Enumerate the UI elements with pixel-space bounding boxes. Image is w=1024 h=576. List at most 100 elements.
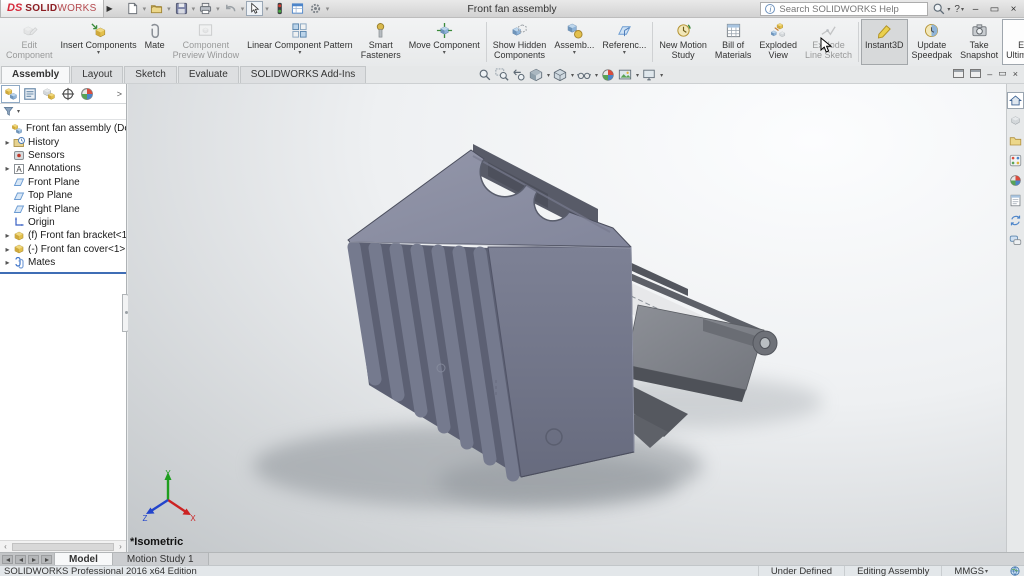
tree-item-history[interactable]: ▸History [0,135,126,148]
scroll-right-icon[interactable]: › [115,542,126,551]
options-button[interactable] [307,1,324,16]
close-button[interactable]: × [1006,4,1021,15]
save-button[interactable] [173,1,190,16]
expander-icon[interactable]: ▸ [3,258,12,267]
ribbon-button-reference-geometry[interactable]: Referenc...▾ [598,19,650,65]
globe-status-icon[interactable] [1010,566,1020,576]
scroll-left-icon[interactable]: ‹ [0,542,11,551]
dropdown-caret-icon[interactable]: ▾ [265,5,269,13]
ribbon-button-edit-component[interactable]: EditComponent [2,19,57,65]
expander-icon[interactable]: ▸ [3,231,12,240]
resources-home-icon[interactable] [1007,92,1024,109]
edit-appearance-icon[interactable] [601,68,615,82]
units-selector[interactable]: MMGS▾ [941,566,1000,576]
ribbon-button-smart-fasteners[interactable]: SmartFasteners [357,19,405,65]
tree-item-front-fan-cover[interactable]: ▸(-) Front fan cover<1> (Defa [0,243,126,256]
tree-item-annotations[interactable]: ▸Annotations [0,162,126,175]
view-palette-icon[interactable] [1007,152,1024,169]
dropdown-caret-icon[interactable]: ▾ [167,5,171,13]
ribbon-button-bill-of-materials[interactable]: Bill ofMaterials [711,19,756,65]
print-button[interactable] [197,1,214,16]
restore-button[interactable]: ▭ [987,4,1002,15]
tab-evaluate[interactable]: Evaluate [178,66,239,83]
ribbon-button-move-component[interactable]: Move Component▾ [405,19,484,65]
pane-left-icon[interactable] [953,69,964,78]
tree-item-assembly-root[interactable]: ▸Front fan assembly (Default<Di [0,122,126,135]
tab-assembly[interactable]: Assembly [1,66,70,83]
tree-item-top-plane[interactable]: ▸Top Plane [0,189,126,202]
tree-item-sensors[interactable]: ▸Sensors [0,149,126,162]
ribbon-button-insert-components[interactable]: Insert Components▾ [57,19,141,65]
help-button[interactable]: ?▾ [954,4,964,15]
ribbon-button-new-motion-study[interactable]: New MotionStudy [655,19,711,65]
zoom-to-fit-icon[interactable] [478,68,492,82]
dropdown-caret-icon[interactable]: ▾ [660,72,663,79]
tree-item-right-plane[interactable]: ▸Right Plane [0,202,126,215]
dropdown-caret-icon[interactable]: ▾ [571,72,574,79]
dropdown-caret-icon[interactable]: ▾ [547,72,550,79]
pane-right-icon[interactable] [970,69,981,78]
next-tab-button[interactable] [28,555,39,564]
file-explorer-icon[interactable] [1007,132,1024,149]
select-tool-button[interactable] [246,1,263,16]
section-view-icon[interactable] [529,68,543,82]
dropdown-caret-icon[interactable]: ▾ [216,5,220,13]
tab-sketch[interactable]: Sketch [124,66,177,83]
expander-icon[interactable]: ▸ [3,164,12,173]
search-button[interactable]: ▾ [932,2,950,16]
feature-tree-tab[interactable] [1,85,20,103]
last-tab-button[interactable] [41,555,52,564]
tree-item-origin[interactable]: ▸Origin [0,216,126,229]
ribbon-button-linear-component-pattern[interactable]: Linear Component Pattern▾ [243,19,357,65]
tab-solidworks-add-ins[interactable]: SOLIDWORKS Add-Ins [240,66,366,83]
minimize-button[interactable]: – [968,4,983,15]
previous-view-icon[interactable] [512,68,526,82]
new-document-button[interactable] [124,1,141,16]
view-orientation-icon[interactable] [553,68,567,82]
apply-scene-icon[interactable] [618,68,632,82]
design-library-icon[interactable] [1007,112,1024,129]
scrollbar-thumb[interactable] [12,543,114,551]
dropdown-caret-icon[interactable]: ▾ [241,5,245,13]
ribbon-button-exploded-view[interactable]: ExplodedView [755,19,801,65]
ribbon-button-export-to-ultimaker-cura[interactable]: Export toUltimaker Cura [1002,19,1024,65]
app-logo[interactable]: DS SOLID WORKS [0,0,104,18]
doc-minimize-button[interactable]: – [987,69,992,79]
dropdown-caret-icon[interactable]: ▾ [143,5,147,13]
file-properties-button[interactable] [289,1,306,16]
ribbon-button-assembly-features[interactable]: Assemb...▾ [550,19,598,65]
view-settings-icon[interactable] [642,68,656,82]
tab-motion-study-1[interactable]: Motion Study 1 [113,553,209,565]
ribbon-button-update-speedpak[interactable]: UpdateSpeedpak [908,19,957,65]
forum-sync-icon[interactable] [1007,212,1024,229]
dropdown-caret-icon[interactable]: ▾ [595,72,598,79]
appearances-scenes-icon[interactable] [1007,172,1024,189]
ribbon-button-take-snapshot[interactable]: TakeSnapshot [956,19,1002,65]
expander-icon[interactable]: ▸ [3,138,12,147]
display-manager-tab[interactable] [77,85,96,103]
prev-tab-button[interactable] [15,555,26,564]
tab-layout[interactable]: Layout [71,66,123,83]
ribbon-button-component-preview-window[interactable]: ComponentPreview Window [169,19,244,65]
dropdown-caret-icon[interactable]: ▾ [636,72,639,79]
graphics-viewport[interactable]: Y X Z *Isometric [128,84,1006,552]
open-button[interactable] [148,1,165,16]
display-style-icon[interactable] [577,68,591,82]
tree-item-front-plane[interactable]: ▸Front Plane [0,176,126,189]
tree-item-mates[interactable]: ▸Mates [0,256,126,269]
configuration-manager-tab[interactable] [39,85,58,103]
tree-filter-row[interactable]: ▾ [0,104,126,120]
undo-button[interactable] [222,1,239,16]
zoom-to-area-icon[interactable] [495,68,509,82]
dropdown-caret-icon[interactable]: ▾ [192,5,196,13]
panel-overflow-chevron[interactable]: > [117,89,125,99]
custom-properties-icon[interactable] [1007,192,1024,209]
property-manager-tab[interactable] [20,85,39,103]
ribbon-button-show-hidden-components[interactable]: Show HiddenComponents [489,19,551,65]
dropdown-caret-icon[interactable]: ▾ [326,5,330,13]
menu-expand-icon[interactable]: ▶ [104,4,116,13]
expander-icon[interactable]: ▸ [3,245,12,254]
comments-icon[interactable] [1007,232,1024,249]
ribbon-button-instant3d[interactable]: Instant3D [861,19,908,65]
help-search-input[interactable]: i Search SOLIDWORKS Help [760,2,928,16]
